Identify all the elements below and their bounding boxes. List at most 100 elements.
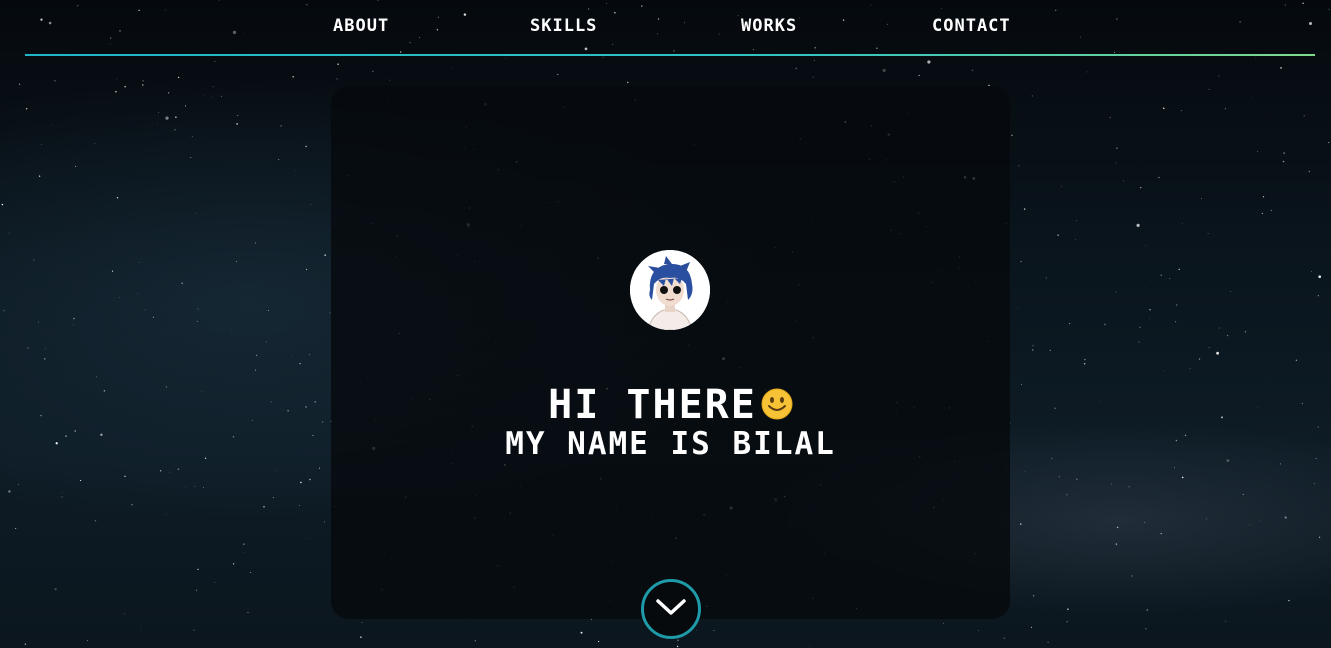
star: [212, 96, 213, 98]
star: [882, 68, 886, 72]
star: [1086, 71, 1088, 73]
star: [1143, 522, 1145, 524]
star: [111, 270, 114, 272]
star: [1032, 349, 1034, 351]
star: [166, 513, 167, 515]
nav-item-works[interactable]: WORKS: [741, 16, 797, 36]
star: [116, 197, 119, 199]
star: [1011, 134, 1013, 136]
star: [142, 84, 144, 86]
star: [1045, 277, 1048, 279]
star: [152, 316, 154, 318]
star: [177, 76, 180, 79]
star: [1284, 516, 1287, 519]
star: [1244, 331, 1247, 333]
star: [86, 639, 88, 641]
star: [809, 646, 811, 647]
hero-title-text: HI THERE: [548, 382, 757, 428]
star: [1149, 309, 1151, 311]
star: [1224, 108, 1226, 110]
star: [196, 321, 198, 322]
star: [96, 376, 97, 378]
star: [360, 636, 362, 638]
star: [1069, 323, 1071, 325]
star: [195, 212, 197, 214]
nav-item-skills[interactable]: SKILLS: [530, 16, 597, 36]
star: [336, 78, 338, 80]
star: [1318, 536, 1321, 538]
star: [185, 486, 187, 488]
star: [1189, 367, 1191, 369]
star: [1254, 57, 1256, 59]
star: [1230, 290, 1232, 293]
star: [943, 622, 945, 624]
star: [190, 157, 192, 158]
star: [1174, 467, 1175, 469]
star: [971, 69, 974, 71]
star: [54, 588, 57, 591]
star: [1262, 196, 1265, 198]
star: [184, 105, 187, 107]
star: [452, 67, 453, 69]
anime-avatar-icon: [630, 250, 710, 330]
star: [1051, 458, 1053, 460]
star: [372, 70, 374, 72]
star: [291, 355, 293, 357]
star: [1003, 637, 1005, 639]
star: [165, 116, 169, 120]
star: [580, 631, 583, 634]
star: [15, 527, 17, 529]
star: [1176, 304, 1178, 306]
star: [61, 496, 63, 498]
star: [1032, 595, 1035, 597]
star: [1018, 165, 1020, 167]
nav-item-about[interactable]: ABOUT: [333, 16, 389, 36]
star: [8, 232, 10, 234]
star: [80, 479, 82, 482]
star: [27, 347, 29, 349]
nav-item-contact[interactable]: CONTACT: [932, 16, 1011, 36]
star: [270, 401, 272, 403]
star: [1104, 323, 1106, 326]
star: [247, 611, 249, 614]
star: [1160, 274, 1162, 277]
star: [115, 90, 117, 93]
star: [1180, 110, 1182, 112]
star: [140, 628, 142, 630]
star: [1131, 575, 1133, 577]
star: [978, 629, 979, 631]
star: [677, 639, 679, 641]
star: [204, 457, 207, 459]
star: [1198, 358, 1201, 360]
star: [1084, 359, 1086, 361]
star: [200, 391, 202, 393]
star: [37, 321, 40, 323]
star: [1163, 370, 1164, 372]
star: [1109, 116, 1111, 119]
star: [191, 136, 193, 137]
star: [1257, 407, 1259, 409]
star: [266, 341, 267, 343]
star: [116, 78, 118, 80]
star: [236, 123, 238, 125]
scroll-down-button[interactable]: [641, 579, 701, 639]
star: [194, 485, 196, 487]
star: [361, 622, 363, 623]
star: [38, 175, 41, 177]
star: [1257, 151, 1259, 152]
star: [1020, 260, 1022, 263]
star: [139, 261, 141, 263]
star: [231, 330, 233, 332]
star: [1318, 275, 1322, 279]
star: [1, 203, 4, 206]
star: [1111, 483, 1113, 485]
star: [292, 76, 294, 78]
hero-subtitle: MY NAME IS BILAL: [505, 426, 836, 462]
star: [812, 76, 814, 78]
star: [255, 354, 258, 357]
profile-avatar: [630, 250, 710, 330]
star: [274, 469, 276, 471]
star: [45, 348, 46, 349]
star: [309, 354, 310, 355]
star: [65, 435, 67, 437]
